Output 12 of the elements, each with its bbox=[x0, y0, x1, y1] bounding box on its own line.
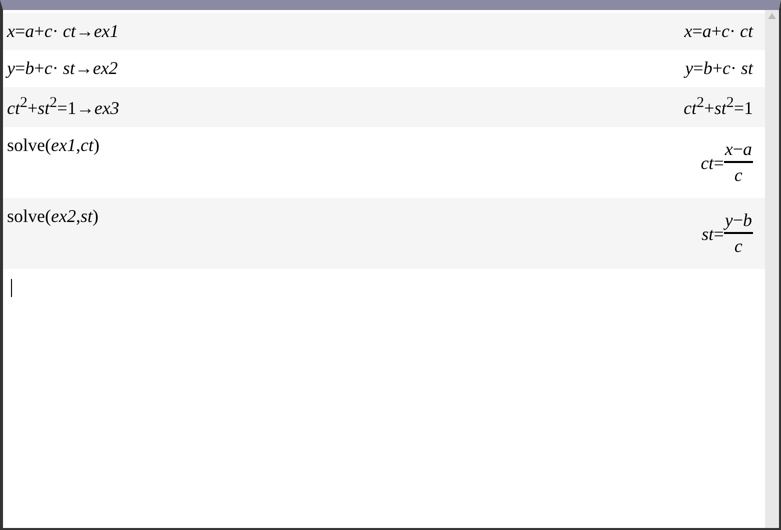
result-text: y=b+c· st bbox=[685, 58, 753, 79]
result-text: x=a+c· ct bbox=[684, 21, 753, 42]
result-text: ct$^{2}$+st$^{2}$=1 bbox=[684, 95, 753, 119]
input-expression[interactable]: solve(ex1,ct) bbox=[7, 135, 100, 156]
input-expression[interactable]: x=a+c· ct→ex1 bbox=[7, 21, 119, 42]
text-cursor bbox=[11, 279, 12, 297]
input-expression[interactable]: ct$^{2}$+st$^{2}$=1→ex3 bbox=[7, 95, 120, 119]
result-fraction: st= y−b c bbox=[702, 210, 753, 258]
result-fraction: ct= x−a c bbox=[700, 139, 753, 187]
scroll-up-icon[interactable] bbox=[768, 13, 776, 19]
input-expression[interactable]: solve(ex2,st) bbox=[7, 206, 98, 227]
input-expression[interactable]: y=b+c· st→ex2 bbox=[7, 58, 118, 79]
